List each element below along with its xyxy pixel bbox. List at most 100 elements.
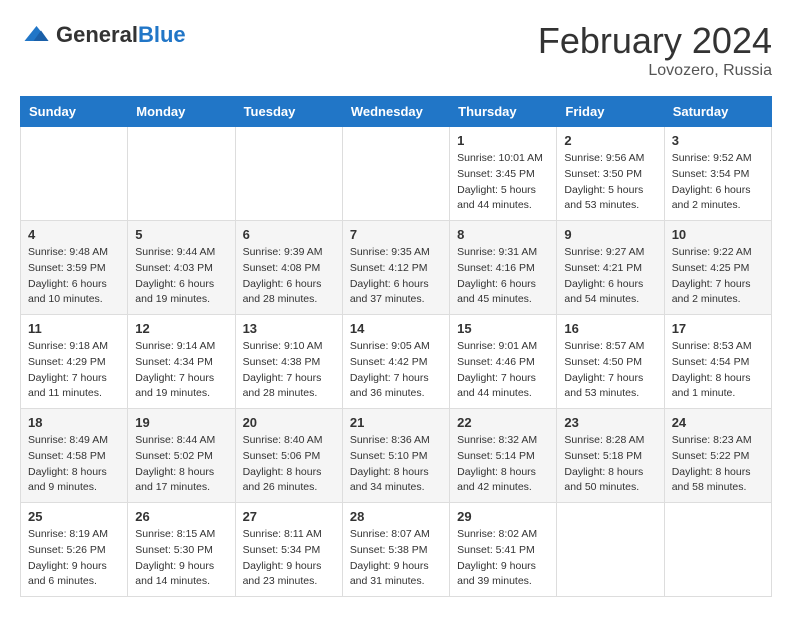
- day-info: Sunrise: 8:40 AMSunset: 5:06 PMDaylight:…: [243, 433, 335, 496]
- calendar-cell: 5 Sunrise: 9:44 AMSunset: 4:03 PMDaylight…: [128, 221, 235, 315]
- calendar-cell: 8Sunrise: 9:31 AMSunset: 4:16 PMDaylight…: [450, 221, 557, 315]
- calendar-cell: 15Sunrise: 9:01 AMSunset: 4:46 PMDayligh…: [450, 315, 557, 409]
- calendar-cell: 9 Sunrise: 9:27 AMSunset: 4:21 PMDaylight…: [557, 221, 664, 315]
- calendar-cell: 18Sunrise: 8:49 AMSunset: 4:58 PMDayligh…: [21, 409, 128, 503]
- calendar-cell: 10Sunrise: 9:22 AMSunset: 4:25 PMDayligh…: [664, 221, 771, 315]
- calendar-cell: 7Sunrise: 9:35 AMSunset: 4:12 PMDaylight…: [342, 221, 449, 315]
- day-info: Sunrise: 8:19 AMSunset: 5:26 PMDaylight:…: [28, 527, 120, 590]
- logo-text: GeneralBlue: [56, 23, 186, 47]
- day-info: Sunrise: 9:05 AMSunset: 4:42 PMDaylight:…: [350, 339, 442, 402]
- calendar-cell: 27 Sunrise: 8:11 AMSunset: 5:34 PMDayligh…: [235, 503, 342, 597]
- day-info: Sunrise: 9:39 AMSunset: 4:08 PMDaylight:…: [243, 245, 335, 308]
- weekday-header-cell: Monday: [128, 97, 235, 127]
- day-number: 10: [672, 227, 764, 242]
- day-info: Sunrise: 9:18 AMSunset: 4:29 PMDaylight:…: [28, 339, 120, 402]
- weekday-header-cell: Tuesday: [235, 97, 342, 127]
- day-info: Sunrise: 8:02 AMSunset: 5:41 PMDaylight:…: [457, 527, 549, 590]
- weekday-header-cell: Thursday: [450, 97, 557, 127]
- day-number: 22: [457, 415, 549, 430]
- calendar-cell: 1 Sunrise: 10:01 AMSunset: 3:45 PMDayligh…: [450, 127, 557, 221]
- calendar-cell: 14 Sunrise: 9:05 AMSunset: 4:42 PMDayligh…: [342, 315, 449, 409]
- calendar-cell: 26 Sunrise: 8:15 AMSunset: 5:30 PMDayligh…: [128, 503, 235, 597]
- day-number: 25: [28, 509, 120, 524]
- calendar-cell: [235, 127, 342, 221]
- title-area: February 2024 Lovozero, Russia: [538, 20, 772, 80]
- calendar-cell: 16 Sunrise: 8:57 AMSunset: 4:50 PMDayligh…: [557, 315, 664, 409]
- day-number: 6: [243, 227, 335, 242]
- day-info: Sunrise: 8:11 AMSunset: 5:34 PMDaylight:…: [243, 527, 335, 590]
- calendar-cell: 6 Sunrise: 9:39 AMSunset: 4:08 PMDaylight…: [235, 221, 342, 315]
- day-info: Sunrise: 8:32 AMSunset: 5:14 PMDaylight:…: [457, 433, 549, 496]
- calendar-cell: 4 Sunrise: 9:48 AMSunset: 3:59 PMDaylight…: [21, 221, 128, 315]
- day-info: Sunrise: 10:01 AMSunset: 3:45 PMDaylight…: [457, 151, 549, 214]
- day-number: 8: [457, 227, 549, 242]
- weekday-header-cell: Sunday: [21, 97, 128, 127]
- day-info: Sunrise: 9:10 AMSunset: 4:38 PMDaylight:…: [243, 339, 335, 402]
- logo-general: General: [56, 22, 138, 47]
- day-number: 27: [243, 509, 335, 524]
- day-number: 14: [350, 321, 442, 336]
- day-number: 21: [350, 415, 442, 430]
- calendar-week-row: 18Sunrise: 8:49 AMSunset: 4:58 PMDayligh…: [21, 409, 772, 503]
- day-number: 24: [672, 415, 764, 430]
- day-info: Sunrise: 9:27 AMSunset: 4:21 PMDaylight:…: [564, 245, 656, 308]
- day-number: 11: [28, 321, 120, 336]
- day-info: Sunrise: 9:44 AMSunset: 4:03 PMDaylight:…: [135, 245, 227, 308]
- day-info: Sunrise: 9:01 AMSunset: 4:46 PMDaylight:…: [457, 339, 549, 402]
- day-number: 23: [564, 415, 656, 430]
- day-info: Sunrise: 8:44 AMSunset: 5:02 PMDaylight:…: [135, 433, 227, 496]
- calendar-cell: 3Sunrise: 9:52 AMSunset: 3:54 PMDaylight…: [664, 127, 771, 221]
- calendar-body: 1 Sunrise: 10:01 AMSunset: 3:45 PMDayligh…: [21, 127, 772, 597]
- calendar-cell: 12 Sunrise: 9:14 AMSunset: 4:34 PMDayligh…: [128, 315, 235, 409]
- day-info: Sunrise: 9:52 AMSunset: 3:54 PMDaylight:…: [672, 151, 764, 214]
- calendar-week-row: 25 Sunrise: 8:19 AMSunset: 5:26 PMDayligh…: [21, 503, 772, 597]
- day-number: 1: [457, 133, 549, 148]
- day-number: 16: [564, 321, 656, 336]
- day-info: Sunrise: 8:57 AMSunset: 4:50 PMDaylight:…: [564, 339, 656, 402]
- day-number: 28: [350, 509, 442, 524]
- page-header: GeneralBlue February 2024 Lovozero, Russ…: [20, 20, 772, 80]
- day-number: 9: [564, 227, 656, 242]
- calendar-table: SundayMondayTuesdayWednesdayThursdayFrid…: [20, 96, 772, 597]
- calendar-cell: 24 Sunrise: 8:23 AMSunset: 5:22 PMDayligh…: [664, 409, 771, 503]
- calendar-week-row: 4 Sunrise: 9:48 AMSunset: 3:59 PMDaylight…: [21, 221, 772, 315]
- day-info: Sunrise: 9:48 AMSunset: 3:59 PMDaylight:…: [28, 245, 120, 308]
- day-number: 17: [672, 321, 764, 336]
- day-info: Sunrise: 9:35 AMSunset: 4:12 PMDaylight:…: [350, 245, 442, 308]
- calendar-week-row: 11 Sunrise: 9:18 AMSunset: 4:29 PMDayligh…: [21, 315, 772, 409]
- logo: GeneralBlue: [20, 20, 186, 50]
- calendar-cell: 21 Sunrise: 8:36 AMSunset: 5:10 PMDayligh…: [342, 409, 449, 503]
- calendar-cell: [342, 127, 449, 221]
- weekday-header-cell: Wednesday: [342, 97, 449, 127]
- day-info: Sunrise: 8:07 AMSunset: 5:38 PMDaylight:…: [350, 527, 442, 590]
- month-title: February 2024: [538, 20, 772, 62]
- calendar-cell: 29Sunrise: 8:02 AMSunset: 5:41 PMDayligh…: [450, 503, 557, 597]
- day-info: Sunrise: 8:23 AMSunset: 5:22 PMDaylight:…: [672, 433, 764, 496]
- day-number: 20: [243, 415, 335, 430]
- day-number: 12: [135, 321, 227, 336]
- calendar-cell: [21, 127, 128, 221]
- day-info: Sunrise: 8:36 AMSunset: 5:10 PMDaylight:…: [350, 433, 442, 496]
- location-subtitle: Lovozero, Russia: [538, 62, 772, 80]
- weekday-header-row: SundayMondayTuesdayWednesdayThursdayFrid…: [21, 97, 772, 127]
- day-number: 2: [564, 133, 656, 148]
- day-info: Sunrise: 9:14 AMSunset: 4:34 PMDaylight:…: [135, 339, 227, 402]
- logo-blue: Blue: [138, 22, 186, 47]
- day-info: Sunrise: 8:15 AMSunset: 5:30 PMDaylight:…: [135, 527, 227, 590]
- calendar-cell: 25 Sunrise: 8:19 AMSunset: 5:26 PMDayligh…: [21, 503, 128, 597]
- calendar-cell: 17 Sunrise: 8:53 AMSunset: 4:54 PMDayligh…: [664, 315, 771, 409]
- day-number: 26: [135, 509, 227, 524]
- day-info: Sunrise: 8:28 AMSunset: 5:18 PMDaylight:…: [564, 433, 656, 496]
- calendar-cell: [128, 127, 235, 221]
- calendar-cell: [664, 503, 771, 597]
- day-number: 19: [135, 415, 227, 430]
- calendar-cell: 28 Sunrise: 8:07 AMSunset: 5:38 PMDayligh…: [342, 503, 449, 597]
- day-number: 4: [28, 227, 120, 242]
- calendar-cell: 11 Sunrise: 9:18 AMSunset: 4:29 PMDayligh…: [21, 315, 128, 409]
- calendar-cell: 2Sunrise: 9:56 AMSunset: 3:50 PMDaylight…: [557, 127, 664, 221]
- calendar-cell: 22 Sunrise: 8:32 AMSunset: 5:14 PMDayligh…: [450, 409, 557, 503]
- weekday-header-cell: Saturday: [664, 97, 771, 127]
- day-number: 5: [135, 227, 227, 242]
- day-info: Sunrise: 8:53 AMSunset: 4:54 PMDaylight:…: [672, 339, 764, 402]
- logo-icon: [20, 20, 50, 50]
